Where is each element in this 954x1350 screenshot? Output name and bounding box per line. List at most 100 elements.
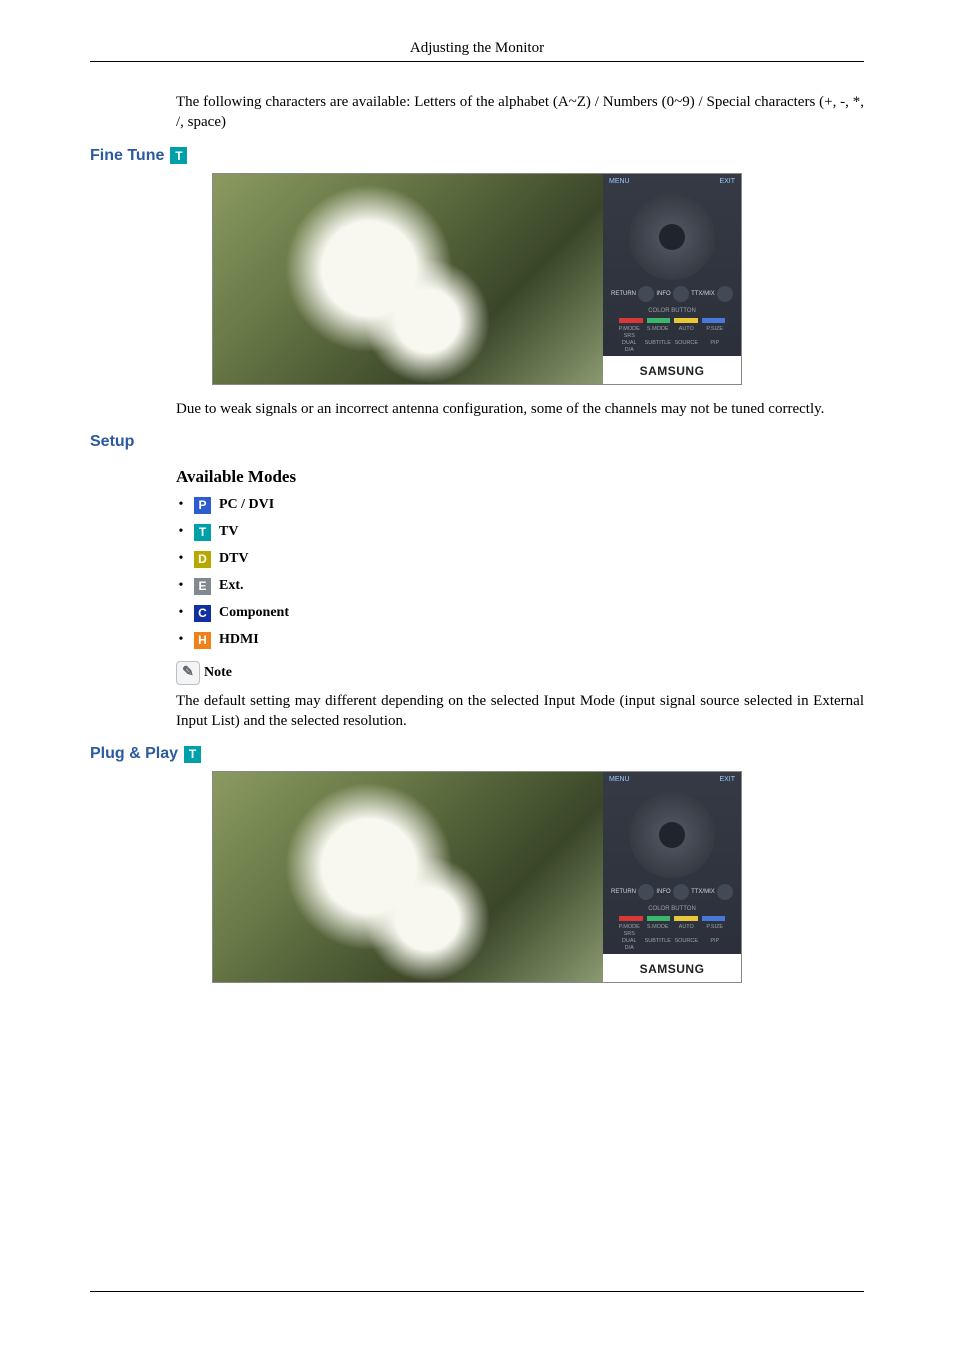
remote-grid-label [701,945,730,951]
remote-dpad [629,792,715,878]
header-rule [90,61,864,62]
hdmi-mode-icon: H [194,632,211,649]
dtv-mode-icon: D [194,551,211,568]
note-row: ✎ Note [90,661,864,685]
plug-and-play-heading: Plug & Play T [90,745,864,763]
setup-heading-text: Setup [90,433,134,451]
remote-grid-label: PIP [701,938,730,944]
remote-button-icon [673,286,689,302]
remote-grid-label: DUAL [615,340,644,346]
remote-grid-label [701,333,730,339]
remote-grid-label: AUTO [672,924,701,930]
mode-label: Component [219,605,289,621]
mode-list-item: P PC / DVI [176,497,864,514]
remote-exit-label: EXIT [719,178,735,190]
footer-rule [90,1291,864,1292]
remote-grid-label: P.MODE [615,924,644,930]
remote-menu-label: MENU [609,776,630,788]
butterfly-image [213,174,603,384]
remote-control-image: MENU EXIT RETURN INFO TTX/MIX COLOR BUTT… [603,772,741,982]
mode-label: DTV [219,551,249,567]
remote-ttx-label: TTX/MIX [691,291,715,297]
samsung-logo: SAMSUNG [603,962,741,976]
mode-list-item: H HDMI [176,632,864,649]
mode-list-item: C Component [176,605,864,622]
remote-button-icon [717,884,733,900]
remote-return-label: RETURN [611,291,636,297]
remote-grid-label [672,931,701,937]
setup-heading: Setup [90,433,864,451]
remote-dpad [629,194,715,280]
remote-button-grid: P.MODES.MODEAUTOP.SIZE SRSDUALSUBTITLESOU… [615,924,729,951]
tv-mode-icon: T [170,147,187,164]
pc-dvi-mode-icon: P [194,497,211,514]
remote-grid-label: SUBTITLE [644,340,673,346]
remote-color-row [619,318,725,323]
remote-grid-label: P.SIZE [701,326,730,332]
remote-menu-label: MENU [609,178,630,190]
remote-color-label: COLOR BUTTON [603,906,741,912]
fine-tune-heading-text: Fine Tune [90,147,164,165]
remote-grid-label: SOURCE [672,938,701,944]
remote-grid-label: P.MODE [615,326,644,332]
remote-button-icon [638,884,654,900]
mode-list-item: D DTV [176,551,864,568]
remote-grid-label: S.MODE [644,326,673,332]
remote-grid-label [701,931,730,937]
note-text: The default setting may different depend… [90,691,864,732]
remote-grid-label [672,945,701,951]
intro-characters-text: The following characters are available: … [90,92,864,133]
remote-grid-label: SRS [615,333,644,339]
remote-control-image: MENU EXIT RETURN INFO TTX/MIX COLOR BUTT… [603,174,741,384]
remote-color-label: COLOR BUTTON [603,308,741,314]
remote-grid-label [701,347,730,353]
note-icon: ✎ [176,661,200,685]
butterfly-image [213,772,603,982]
fine-tune-figure: MENU EXIT RETURN INFO TTX/MIX COLOR BUTT… [212,173,742,385]
available-modes-list: P PC / DVI T TV D DTV E Ext. C Component H HDMI [90,497,864,649]
remote-grid-label: P.SIZE [701,924,730,930]
remote-button-icon [717,286,733,302]
page-header-title: Adjusting the Monitor [90,40,864,57]
remote-grid-label: SRS [615,931,644,937]
remote-grid-label: D/A [615,945,644,951]
fine-tune-heading: Fine Tune T [90,147,864,165]
remote-grid-label: DUAL [615,938,644,944]
remote-grid-label: SOURCE [672,340,701,346]
component-mode-icon: C [194,605,211,622]
remote-grid-label [644,347,673,353]
mode-label: TV [219,524,238,540]
tv-mode-icon: T [184,746,201,763]
remote-exit-label: EXIT [719,776,735,788]
remote-return-label: RETURN [611,889,636,895]
remote-grid-label: SUBTITLE [644,938,673,944]
remote-grid-label [672,333,701,339]
remote-button-grid: P.MODES.MODEAUTOP.SIZESRSDUALSUBTITLESOU… [615,326,729,353]
note-label: Note [204,665,232,681]
mode-list-item: T TV [176,524,864,541]
remote-grid-label: PIP [701,340,730,346]
mode-label: Ext. [219,578,244,594]
fine-tune-description: Due to weak signals or an incorrect ante… [90,399,864,419]
mode-label: PC / DVI [219,497,274,513]
ext--mode-icon: E [194,578,211,595]
remote-button-icon [673,884,689,900]
samsung-logo: SAMSUNG [603,364,741,378]
tv-mode-icon: T [194,524,211,541]
remote-grid-label: S.MODE [644,924,673,930]
remote-grid-label [644,945,673,951]
remote-info-label: INFO [656,291,670,297]
plug-and-play-figure: MENU EXIT RETURN INFO TTX/MIX COLOR BUTT… [212,771,742,983]
remote-ttx-label: TTX/MIX [691,889,715,895]
remote-grid-label [644,931,673,937]
remote-grid-label [672,347,701,353]
mode-label: HDMI [219,632,259,648]
remote-button-icon [638,286,654,302]
mode-list-item: E Ext. [176,578,864,595]
remote-color-row [619,916,725,921]
remote-grid-label [644,333,673,339]
remote-grid-label: D/A [615,347,644,353]
plug-and-play-heading-text: Plug & Play [90,745,178,763]
remote-info-label: INFO [656,889,670,895]
available-modes-heading: Available Modes [90,467,864,487]
